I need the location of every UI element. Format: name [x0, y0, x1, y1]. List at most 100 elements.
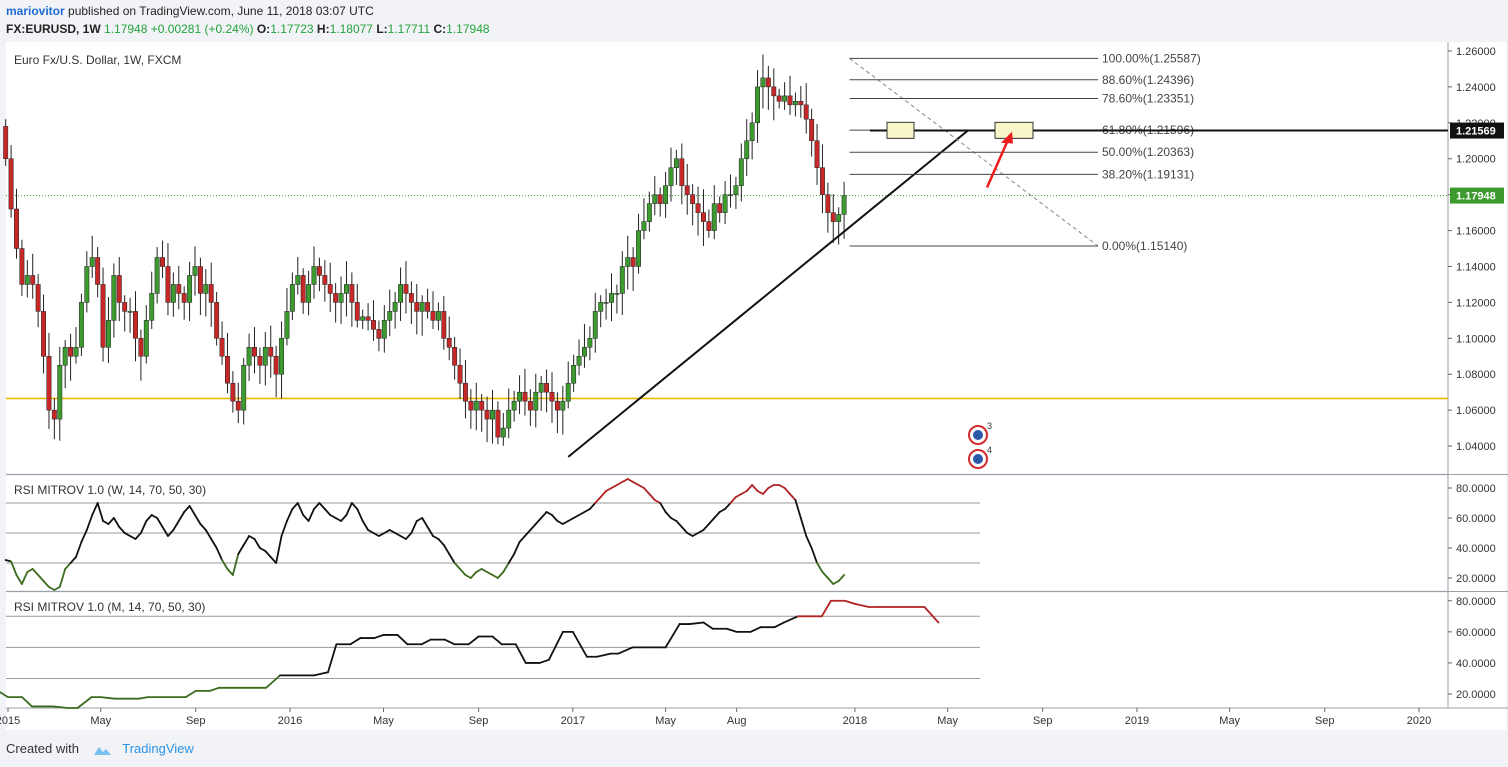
candle-body [116, 275, 122, 303]
candle-body [354, 302, 360, 321]
candle-body [214, 302, 220, 339]
candle-body [490, 409, 495, 420]
price-tick-label: 1.12000 [1456, 297, 1496, 309]
candle-body [68, 347, 74, 357]
candle-body [533, 391, 539, 411]
time-tick-label: May [655, 715, 676, 727]
candle-body [322, 275, 328, 285]
candle-body [392, 302, 398, 312]
symbol-ohlc-line: FX:EURUSD, 1W 1.17948 +0.00281 (+0.24%) … [6, 22, 490, 36]
candle-body [619, 266, 625, 294]
candle-body [306, 284, 312, 303]
published-text: published on TradingView.com, June 11, 2… [68, 4, 374, 18]
price-tick-label: 1.10000 [1456, 333, 1496, 345]
candle-body [765, 77, 771, 88]
candle-body [371, 320, 376, 330]
time-tick-label: Sep [1033, 715, 1053, 727]
candle-body [684, 185, 690, 195]
last-price: 1.17948 [104, 22, 148, 36]
candle-body [711, 203, 717, 231]
tradingview-brand[interactable]: TradingView [122, 741, 194, 756]
candle-body [446, 338, 452, 348]
footer: Created with TradingView [6, 741, 194, 756]
candle-body [565, 382, 571, 402]
candle-body [706, 221, 712, 231]
time-tick-label: May [937, 715, 958, 727]
price-tick-label: 1.08000 [1456, 369, 1496, 381]
rsi-weekly-tick-label: 60.0000 [1456, 513, 1496, 525]
author-link[interactable]: mariovitor [6, 4, 65, 18]
candle-body [235, 400, 241, 411]
price-tick-label: 1.20000 [1456, 154, 1496, 166]
candle-body [511, 400, 517, 411]
candle-body [35, 284, 41, 312]
rsi-monthly-tick-label: 40.0000 [1456, 658, 1496, 670]
candle-body [527, 400, 533, 411]
candle-body [14, 208, 19, 249]
candle-body [776, 95, 782, 102]
candle-body [289, 284, 295, 312]
candle-body [252, 347, 257, 357]
time-tick-label: Aug [727, 715, 747, 727]
candle-body [192, 266, 198, 276]
symbol-label: FX:EURUSD, 1W [6, 22, 101, 36]
candle-body [46, 356, 52, 411]
time-tick-label: Sep [469, 715, 489, 727]
candle-body [582, 347, 587, 357]
candle-body [365, 316, 371, 321]
candle-body [544, 382, 550, 393]
candle-body [284, 311, 290, 339]
tradingview-cloud-icon [93, 746, 111, 755]
candle-body [506, 409, 512, 429]
candle-body [414, 302, 420, 312]
candle-body [19, 248, 25, 285]
candle-body [452, 347, 458, 366]
candle-body [663, 185, 669, 204]
candle-body [814, 140, 820, 168]
candle-body [230, 382, 236, 402]
candle-body [122, 302, 128, 312]
candle-body [738, 158, 744, 186]
candle-body [771, 86, 777, 97]
retest-zone-box-left [886, 121, 915, 139]
candle-body [279, 338, 284, 375]
time-tick-label: 2017 [561, 715, 585, 727]
low-value: 1.17711 [387, 22, 431, 36]
candle-body [803, 104, 809, 120]
candle-body [349, 284, 355, 303]
candle-body [338, 293, 344, 303]
close-value: 1.17948 [446, 22, 490, 36]
candle-body [360, 316, 366, 321]
candle-body [554, 400, 560, 411]
candle-body [84, 266, 90, 303]
candle-body [170, 284, 176, 303]
fib-level-label: 50.00%(1.20363) [1102, 145, 1194, 159]
candle-body [690, 194, 696, 204]
candle-body [246, 347, 252, 366]
chart-area[interactable]: 1.260001.240001.220001.200001.180001.160… [0, 40, 1508, 736]
candle-body [176, 284, 182, 294]
candle-body [473, 400, 479, 411]
low-label: L: [376, 22, 388, 36]
publish-line: mariovitor published on TradingView.com,… [6, 4, 374, 18]
candle-body [197, 266, 203, 294]
candle-body [203, 284, 209, 294]
candle-body [106, 320, 111, 348]
rsi-monthly-tick-label: 60.0000 [1456, 627, 1496, 639]
candle-body [257, 356, 263, 366]
candle-body [787, 95, 793, 106]
rsi-weekly-tick-label: 20.0000 [1456, 573, 1496, 585]
candle-body [673, 158, 679, 168]
candle-body [614, 293, 620, 295]
candle-body [701, 212, 706, 222]
candle-body [376, 329, 382, 339]
fib-level-label: 100.00%(1.25587) [1102, 51, 1201, 65]
close-label: C: [433, 22, 447, 36]
candle-body [311, 266, 317, 285]
price-tick-label: 1.16000 [1456, 226, 1496, 238]
candle-body [549, 391, 555, 402]
candle-body [430, 311, 436, 321]
fib-level-label: 0.00%(1.15140) [1102, 239, 1187, 253]
open-value: 1.17723 [270, 22, 314, 36]
candle-body [641, 221, 647, 231]
